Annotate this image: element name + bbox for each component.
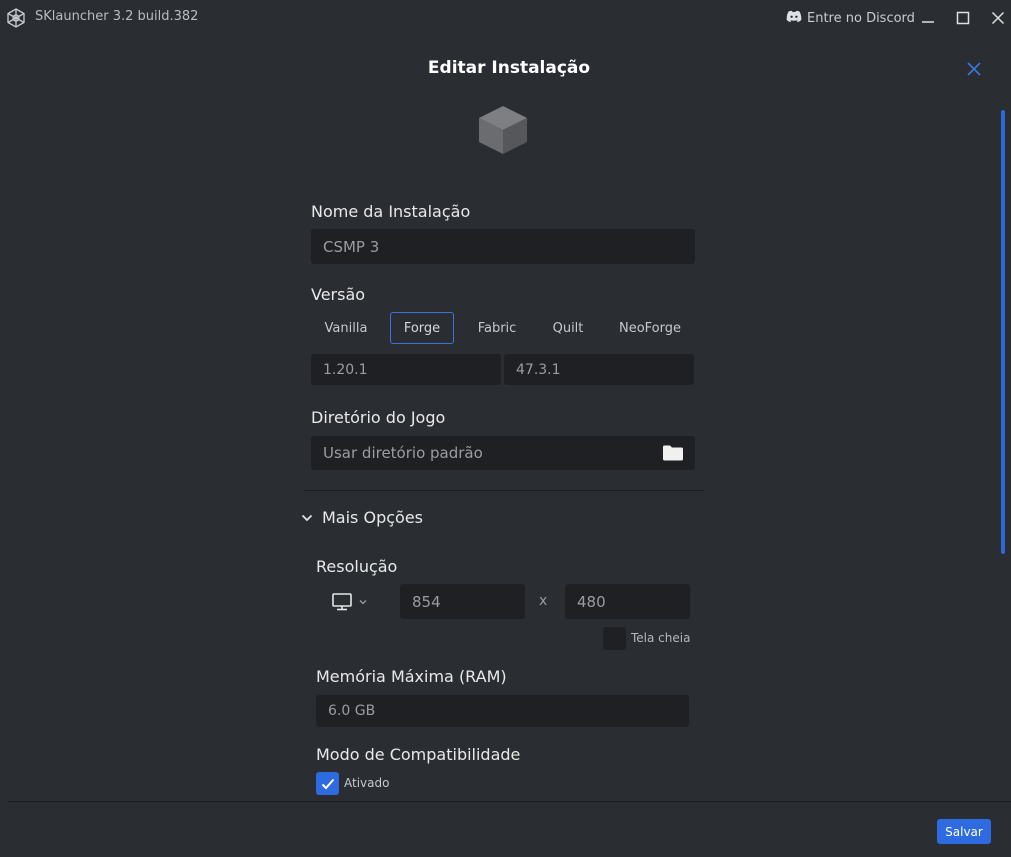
- memory-label: Memória Máxima (RAM): [316, 667, 507, 686]
- discord-icon: [786, 10, 802, 27]
- resolution-width-value: 854: [412, 592, 441, 611]
- compat-checkbox[interactable]: [316, 772, 339, 795]
- name-label: Nome da Instalação: [311, 202, 471, 221]
- memory-value: 6.0 GB: [328, 703, 376, 719]
- minecraft-version-value: 1.20.1: [323, 361, 368, 378]
- folder-icon[interactable]: [662, 443, 684, 463]
- resolution-preset-dropdown[interactable]: [332, 593, 368, 611]
- app-logo-icon: [6, 8, 26, 28]
- maximize-button[interactable]: [951, 6, 975, 30]
- directory-label: Diretório do Jogo: [311, 408, 446, 427]
- minimize-button[interactable]: [916, 6, 940, 30]
- discord-button[interactable]: Entre no Discord: [786, 8, 915, 28]
- monitor-icon: [332, 593, 352, 611]
- memory-input[interactable]: 6.0 GB: [316, 695, 689, 727]
- resolution-width-input[interactable]: 854: [400, 584, 525, 619]
- close-icon: [991, 11, 1005, 25]
- close-dialog-button[interactable]: [963, 58, 985, 80]
- resolution-height-input[interactable]: 480: [565, 584, 690, 619]
- loader-version-select[interactable]: 47.3.1: [504, 354, 694, 385]
- scrollbar-thumb[interactable]: [1001, 110, 1005, 554]
- installation-cube-icon[interactable]: [477, 104, 529, 156]
- dialog-title: Editar Instalação: [427, 58, 591, 78]
- more-options-toggle[interactable]: Mais Opções: [300, 508, 423, 527]
- close-window-button[interactable]: [986, 6, 1010, 30]
- footer-divider: [8, 801, 1011, 802]
- minecraft-version-select[interactable]: 1.20.1: [311, 354, 501, 385]
- fullscreen-checkbox[interactable]: [603, 627, 626, 650]
- tab-vanilla[interactable]: Vanilla: [311, 312, 381, 344]
- section-divider: [304, 490, 704, 491]
- game-directory-placeholder: Usar diretório padrão: [323, 444, 483, 462]
- fullscreen-label: Tela cheia: [631, 631, 691, 645]
- compat-option-label: Ativado: [344, 776, 390, 790]
- version-label: Versão: [311, 285, 366, 304]
- resolution-height-value: 480: [577, 592, 606, 611]
- close-dialog-icon: [967, 62, 981, 76]
- chevron-down-icon: [359, 600, 367, 605]
- loader-version-value: 47.3.1: [516, 361, 561, 378]
- tab-fabric[interactable]: Fabric: [465, 312, 529, 344]
- chevron-down-icon: [301, 514, 313, 521]
- window-title: SKlauncher 3.2 build.382: [35, 9, 199, 24]
- compat-label: Modo de Compatibilidade: [316, 745, 521, 764]
- save-button[interactable]: Salvar: [937, 819, 991, 844]
- tab-neoforge[interactable]: NeoForge: [612, 312, 688, 344]
- minimize-icon: [922, 21, 934, 23]
- installation-name-value: CSMP 3: [323, 237, 380, 256]
- resolution-separator: x: [539, 593, 548, 609]
- tab-quilt[interactable]: Quilt: [540, 312, 596, 344]
- tab-forge[interactable]: Forge: [390, 312, 454, 344]
- resolution-label: Resolução: [316, 557, 398, 576]
- installation-name-input[interactable]: CSMP 3: [311, 229, 695, 264]
- checkmark-icon: [321, 778, 334, 789]
- more-options-label: Mais Opções: [322, 508, 423, 527]
- maximize-icon: [956, 11, 970, 25]
- game-directory-input[interactable]: Usar diretório padrão: [311, 436, 695, 470]
- discord-label: Entre no Discord: [807, 10, 915, 26]
